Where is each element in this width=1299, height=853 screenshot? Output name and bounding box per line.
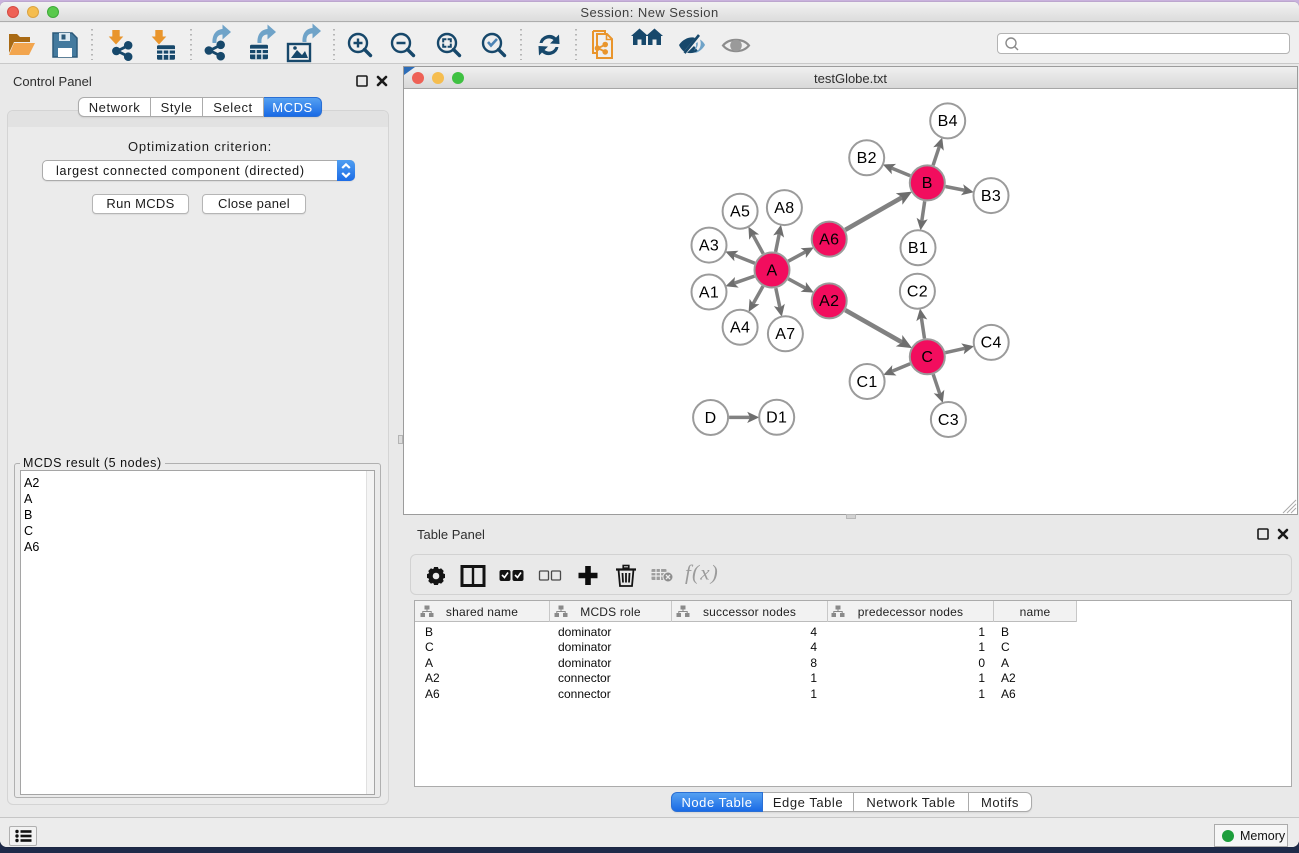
- svg-text:A: A: [767, 262, 778, 279]
- svg-text:A1: A1: [699, 284, 719, 301]
- svg-text:A2: A2: [819, 293, 839, 310]
- svg-text:D: D: [705, 410, 717, 427]
- svg-text:A3: A3: [699, 237, 719, 254]
- svg-text:B: B: [922, 175, 933, 192]
- svg-text:C1: C1: [857, 374, 878, 391]
- svg-text:A8: A8: [774, 200, 794, 217]
- svg-text:A6: A6: [819, 231, 839, 248]
- svg-text:C3: C3: [938, 412, 959, 429]
- svg-text:A7: A7: [775, 326, 795, 343]
- svg-text:D1: D1: [766, 410, 787, 427]
- svg-text:B1: B1: [908, 240, 928, 257]
- svg-text:B2: B2: [857, 150, 877, 167]
- svg-text:C: C: [921, 349, 933, 366]
- svg-text:f(x): f(x): [685, 561, 719, 585]
- svg-text:A4: A4: [730, 320, 750, 337]
- svg-text:C2: C2: [907, 284, 928, 301]
- svg-text:B4: B4: [938, 113, 958, 130]
- svg-text:A5: A5: [730, 204, 750, 221]
- svg-text:C4: C4: [981, 335, 1002, 352]
- svg-text:B3: B3: [981, 188, 1001, 205]
